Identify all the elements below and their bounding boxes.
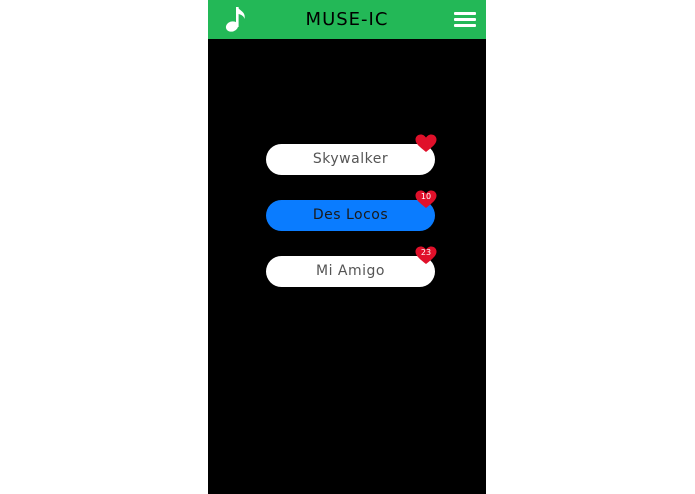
song-title: Mi Amigo (316, 263, 385, 279)
like-count: 23 (420, 248, 432, 257)
song-item-skywalker[interactable]: Skywalker (266, 134, 437, 175)
heart-icon[interactable]: 23 (415, 246, 437, 265)
song-item-des-locos[interactable]: Des Locos 10 (266, 190, 437, 231)
page: MUSE-IC Skywalker Des Locos 10 Mi Amigo … (0, 0, 695, 494)
like-count (415, 135, 437, 147)
song-list: Skywalker Des Locos 10 Mi Amigo 23 (208, 0, 486, 494)
song-title: Des Locos (312, 207, 389, 223)
heart-icon[interactable]: 10 (415, 190, 437, 209)
like-count: 10 (420, 192, 432, 201)
app-screen: MUSE-IC Skywalker Des Locos 10 Mi Amigo … (208, 0, 486, 494)
heart-icon[interactable] (415, 134, 437, 153)
song-title: Skywalker (312, 151, 389, 167)
song-item-mi-amigo[interactable]: Mi Amigo 23 (266, 246, 437, 287)
